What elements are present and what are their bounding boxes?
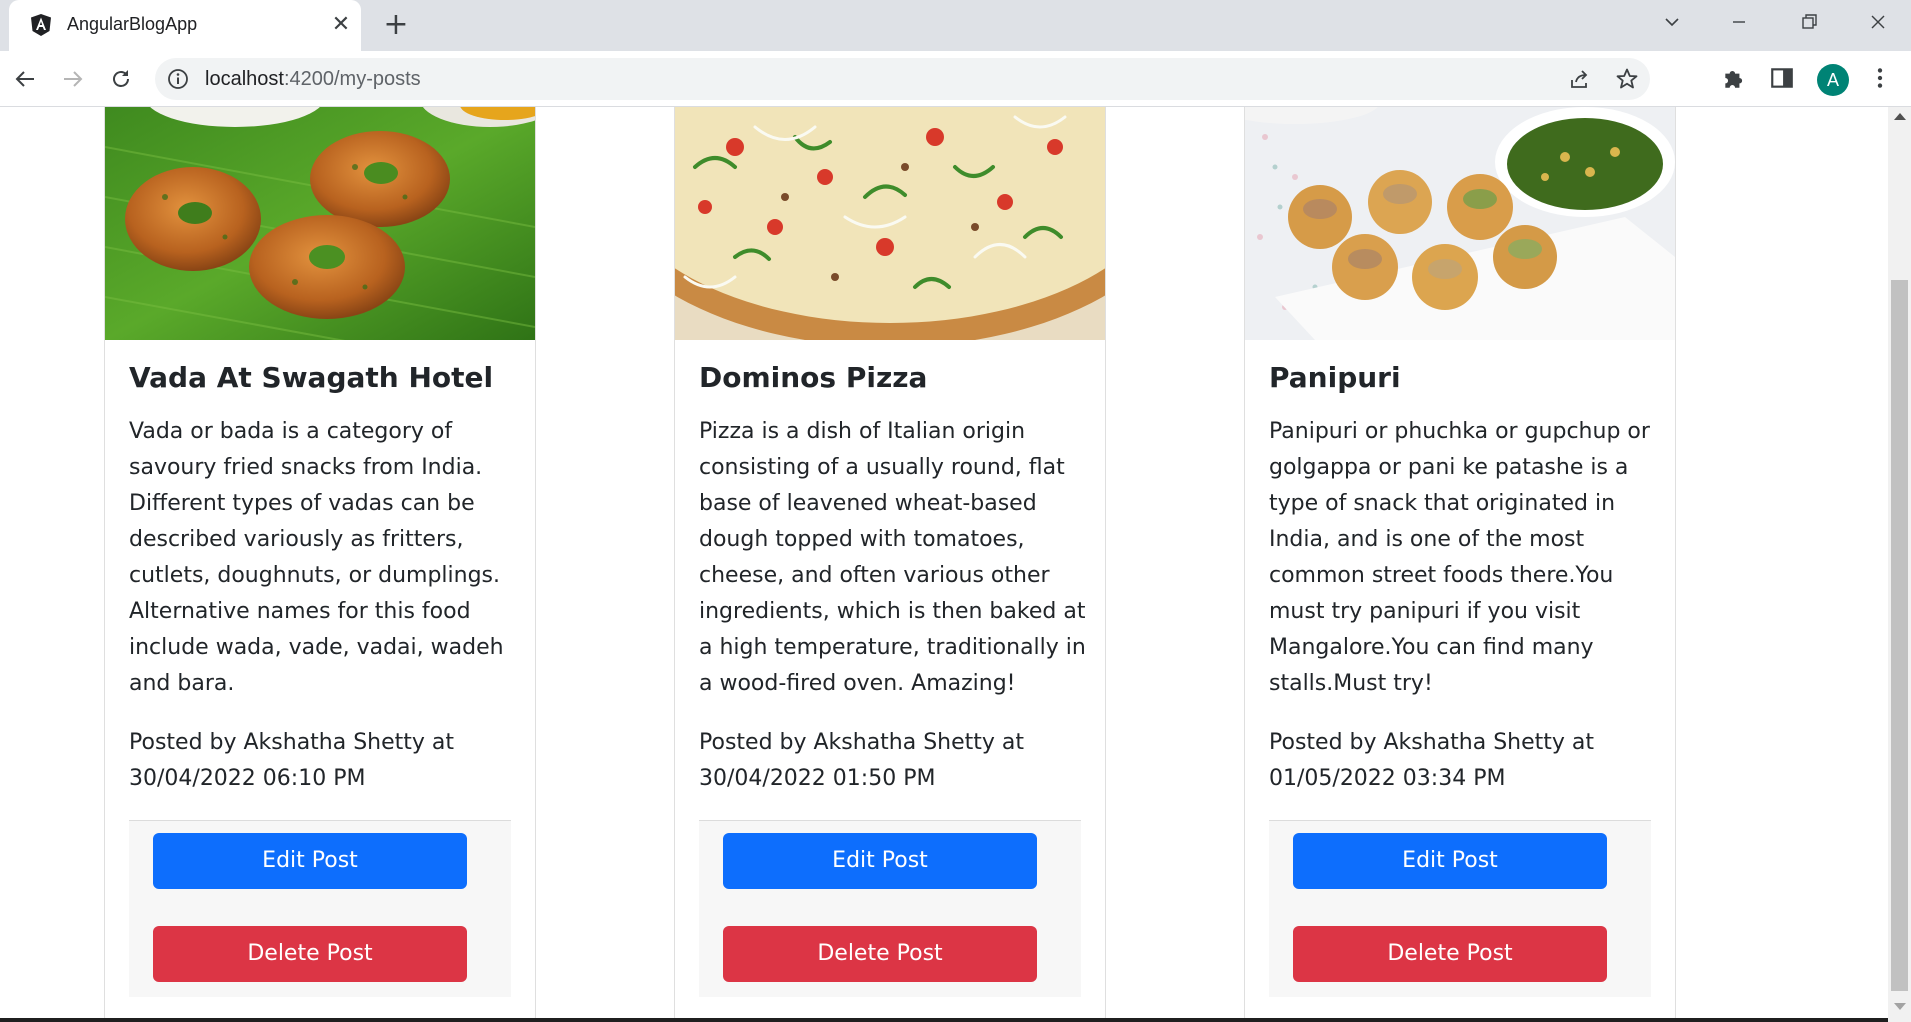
reload-icon[interactable] bbox=[105, 63, 137, 95]
edit-post-button[interactable]: Edit Post bbox=[153, 833, 467, 889]
restore-icon[interactable] bbox=[1776, 0, 1842, 44]
bookmark-star-icon[interactable] bbox=[1615, 67, 1639, 91]
delete-post-button[interactable]: Delete Post bbox=[153, 926, 467, 982]
close-window-icon[interactable] bbox=[1845, 0, 1911, 44]
back-icon[interactable] bbox=[9, 63, 41, 95]
site-info-icon[interactable] bbox=[167, 68, 189, 90]
scroll-down-arrow-icon[interactable] bbox=[1894, 1003, 1906, 1010]
post-body: Vada or bada is a category of savoury fr… bbox=[129, 419, 504, 696]
new-tab-icon[interactable]: + bbox=[380, 10, 412, 42]
address-bar[interactable]: localhost:4200/my-posts bbox=[155, 58, 1650, 100]
post-title: Vada At Swagath Hotel bbox=[129, 361, 494, 394]
edit-post-button[interactable]: Edit Post bbox=[1293, 833, 1607, 889]
post-body: Panipuri or phuchka or gupchup or golgap… bbox=[1269, 419, 1650, 696]
post-actions: Edit Post Delete Post bbox=[1269, 820, 1651, 997]
edit-post-button[interactable]: Edit Post bbox=[723, 833, 1037, 889]
share-icon[interactable] bbox=[1567, 67, 1591, 91]
close-tab-icon[interactable]: ✕ bbox=[327, 11, 355, 39]
browser-toolbar: localhost:4200/my-posts A bbox=[0, 51, 1911, 107]
vertical-scrollbar[interactable] bbox=[1888, 107, 1911, 1022]
post-card: Panipuri Panipuri or phuchka or gupchup … bbox=[1244, 107, 1676, 1022]
minimize-icon[interactable] bbox=[1706, 0, 1772, 44]
post-actions: Edit Post Delete Post bbox=[129, 820, 511, 997]
taskbar-edge bbox=[0, 1018, 1888, 1022]
tab-strip: AngularBlogApp ✕ + bbox=[0, 0, 1911, 51]
post-title: Panipuri bbox=[1269, 361, 1401, 394]
post-actions: Edit Post Delete Post bbox=[699, 820, 1081, 997]
post-body: Pizza is a dish of Italian origin consis… bbox=[699, 419, 1086, 696]
tab-search-icon[interactable] bbox=[1639, 0, 1705, 44]
post-image-panipuri bbox=[1245, 107, 1675, 340]
browser-tab-active[interactable]: AngularBlogApp ✕ bbox=[9, 0, 361, 51]
post-meta: Posted by Akshatha Shetty at 30/04/2022 … bbox=[129, 730, 455, 791]
forward-icon[interactable] bbox=[57, 63, 89, 95]
angular-logo-icon bbox=[31, 14, 51, 36]
url-text: localhost:4200/my-posts bbox=[205, 68, 421, 90]
scrollbar-thumb[interactable] bbox=[1891, 280, 1908, 991]
delete-post-button[interactable]: Delete Post bbox=[723, 926, 1037, 982]
post-card: Dominos Pizza Pizza is a dish of Italian… bbox=[674, 107, 1106, 1022]
extensions-puzzle-icon[interactable] bbox=[1721, 65, 1747, 91]
delete-post-button[interactable]: Delete Post bbox=[1293, 926, 1607, 982]
profile-avatar[interactable]: A bbox=[1817, 64, 1849, 96]
scroll-up-arrow-icon[interactable] bbox=[1894, 113, 1906, 120]
post-card: Vada At Swagath Hotel Vada or bada is a … bbox=[104, 107, 536, 1022]
post-image-vada bbox=[105, 107, 535, 340]
post-meta: Posted by Akshatha Shetty at 01/05/2022 … bbox=[1269, 730, 1595, 791]
post-meta: Posted by Akshatha Shetty at 30/04/2022 … bbox=[699, 730, 1025, 791]
post-title: Dominos Pizza bbox=[699, 361, 928, 394]
page-viewport: Vada At Swagath Hotel Vada or bada is a … bbox=[0, 107, 1888, 1022]
side-panel-icon[interactable] bbox=[1769, 65, 1795, 91]
tab-title: AngularBlogApp bbox=[67, 14, 198, 34]
menu-kebab-icon[interactable] bbox=[1867, 65, 1893, 91]
post-image-pizza bbox=[675, 107, 1105, 340]
